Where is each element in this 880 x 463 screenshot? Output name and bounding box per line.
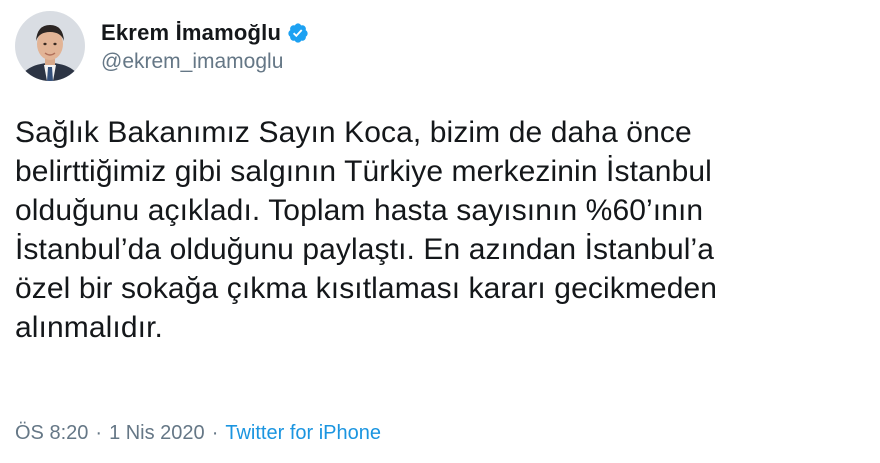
meta-separator-2: ·: [211, 422, 219, 444]
tweet-date[interactable]: 1 Nis 2020: [109, 422, 205, 445]
avatar-image: [15, 11, 85, 81]
verified-badge-icon: [287, 22, 309, 44]
name-row: Ekrem İmamoğlu: [101, 18, 309, 48]
tweet-time[interactable]: ÖS 8:20: [15, 422, 88, 445]
author-identity: Ekrem İmamoğlu @ekrem_imamoglu: [101, 18, 309, 74]
author-handle[interactable]: @ekrem_imamoglu: [101, 50, 309, 74]
meta-separator-1: ·: [95, 422, 103, 444]
tweet-text: Sağlık Bakanımız Sayın Koca, bizim de da…: [15, 116, 718, 344]
avatar[interactable]: [15, 11, 85, 81]
tweet-meta: ÖS 8:20 · 1 Nis 2020 · Twitter for iPhon…: [15, 422, 381, 445]
tweet-header: Ekrem İmamoğlu @ekrem_imamoglu: [15, 10, 309, 82]
author-display-name[interactable]: Ekrem İmamoğlu: [101, 20, 281, 46]
tweet-card: Ekrem İmamoğlu @ekrem_imamoglu Sağlık Ba…: [0, 0, 880, 463]
tweet-source-link[interactable]: Twitter for iPhone: [225, 422, 381, 445]
